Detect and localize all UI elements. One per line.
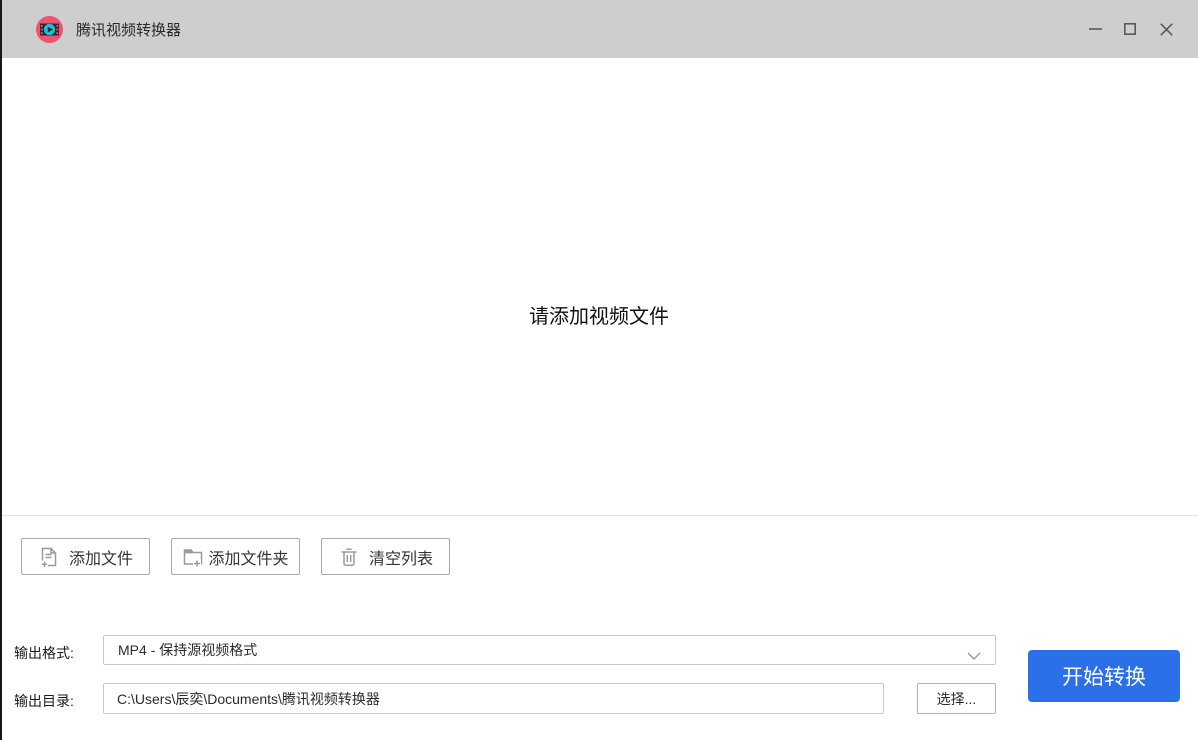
add-folder-button[interactable]: 添加文件夹 [171,538,300,575]
output-directory-label: 输出目录: [14,691,74,711]
background-window-edge [0,0,2,740]
app-logo-icon [36,16,63,43]
output-format-dropdown[interactable]: MP4 - 保持源视频格式 [103,635,996,665]
chevron-down-icon [967,647,981,655]
add-files-label: 添加文件 [69,545,133,569]
empty-list-message: 请添加视频文件 [0,300,1198,329]
output-format-value: MP4 - 保持源视频格式 [104,640,257,660]
output-format-label: 输出格式: [14,643,74,663]
add-folder-icon [182,546,204,568]
titlebar: 腾讯视频转换器 [0,0,1198,58]
minimize-button[interactable] [1080,14,1110,44]
app-window: 腾讯视频转换器 请添加视频文件 添加文件 [0,0,1198,740]
clear-list-button[interactable]: 清空列表 [321,538,450,575]
browse-label: 选择... [937,689,977,709]
start-convert-label: 开始转换 [1062,661,1146,691]
add-folder-label: 添加文件夹 [208,545,288,569]
trash-icon [338,546,360,568]
add-files-button[interactable]: 添加文件 [21,538,150,575]
browse-button[interactable]: 选择... [917,683,996,714]
maximize-button[interactable] [1115,14,1145,44]
section-divider [0,515,1198,516]
output-directory-input[interactable] [103,683,884,714]
close-button[interactable] [1151,14,1181,44]
window-title: 腾讯视频转换器 [76,0,181,58]
start-convert-button[interactable]: 开始转换 [1028,650,1180,702]
add-file-icon [38,546,60,568]
clear-list-label: 清空列表 [369,545,433,569]
